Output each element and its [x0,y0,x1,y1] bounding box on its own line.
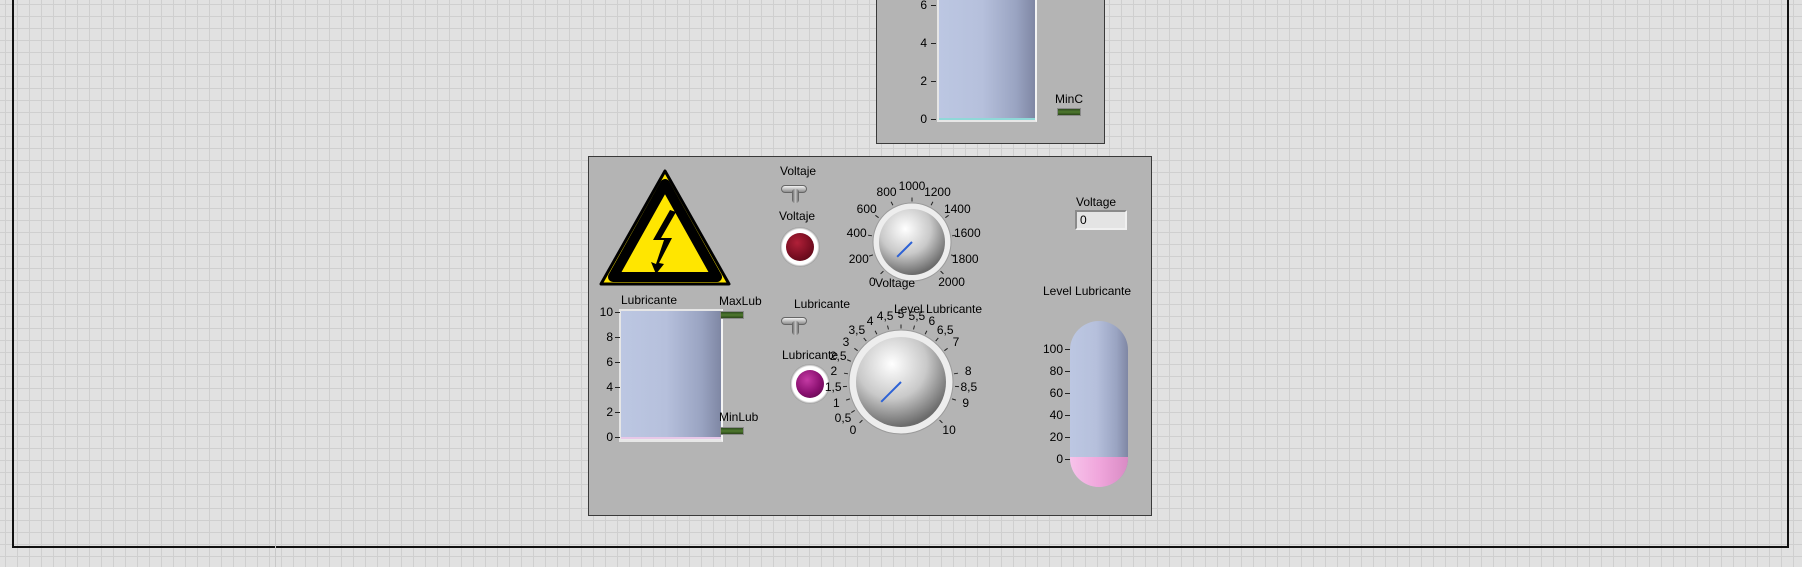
level-thermo-tick-label: 20 [1049,430,1063,444]
main-control-panel: Voltaje Voltaje 0 200 400 600 800 1000 1200 140… [588,156,1152,516]
lubricante-tank-tick-label: 8 [606,330,613,344]
voltage-knob-tick-label: 1000 [898,179,926,193]
level-thermo-label: Level Lubricante [1043,284,1132,298]
level-thermo-tick-label: 60 [1049,386,1063,400]
level-knob-tick-label: 7 [952,335,960,350]
voltage-knob-tick-label: 800 [876,185,897,200]
level-knob-tick-label: 0,5 [834,410,852,425]
max-lub-led[interactable] [720,311,744,319]
level-thermo-tick [1065,437,1070,438]
level-knob-tick-label: 2,5 [829,348,847,363]
lubricante-switch-label: Lubricante [794,297,851,311]
lubricante-switch[interactable] [781,311,807,335]
lubricante-tank-tick [615,412,620,413]
lubricante-tank-tick [615,437,620,438]
lubricante-led[interactable] [796,370,824,398]
top-tank-tick [931,43,936,44]
level-knob-tick [843,372,848,375]
voltaje-switch-label: Voltaje [780,164,817,178]
lubricante-tank-tick-label: 2 [606,405,613,419]
level-thermo-tick-label: 0 [1056,452,1063,466]
level-thermo-tick [1065,371,1070,372]
voltage-knob-tick [867,234,872,237]
level-knob-tick [954,385,959,388]
level-knob-tick-label: 3 [842,335,850,350]
level-knob-tick-label: 5 [897,307,905,321]
level-thermo-tick [1065,393,1070,394]
voltage-knob-tick-label: 1200 [924,185,951,200]
lubricante-tank-tick-label: 6 [606,355,613,369]
grid-divider [275,0,276,567]
level-knob-tick-label: 3,5 [848,323,866,338]
min-lub-led[interactable] [720,427,744,435]
voltage-knob-tick-label: 1400 [943,202,971,217]
voltage-knob-tick-label: 400 [846,226,867,241]
lubricante-tank-tick [615,312,620,313]
voltage-knob-tick-label: 1600 [953,226,981,241]
top-tank-tick [931,5,936,6]
voltaje-led-label: Voltaje [779,209,816,223]
level-knob-tick-label: 8,5 [960,380,978,395]
max-lub-label: MaxLub [719,294,762,308]
voltage-knob-tick [911,197,913,201]
lubricante-tank[interactable] [621,311,721,438]
level-knob-tick-label: 2 [830,364,838,379]
high-voltage-warning-icon [599,169,731,286]
top-tank-tick-label: 2 [920,74,927,88]
min-c-label: MinC [1055,92,1084,106]
level-thermo-tick [1065,415,1070,416]
top-tank-tick [931,81,936,82]
level-knob-tick [900,324,902,328]
min-lub-label: MinLub [719,410,759,424]
level-knob-tick-label: 9 [962,396,969,410]
level-knob-tick-label: 6 [928,314,936,329]
top-tank-tick-label: 4 [920,36,927,50]
level-thermometer-fill [1070,457,1128,487]
level-knob-tick [843,385,848,388]
voltage-knob-label: Voltage [875,276,916,290]
top-tank-tick [931,119,936,120]
voltage-knob-tick-label: 200 [848,252,869,267]
level-knob-tick-label: 10 [942,423,956,438]
min-c-led[interactable] [1057,108,1081,116]
voltage-knob-tick-label: 600 [856,202,877,217]
level-knob-tick-label: 4 [866,314,874,329]
switch-lever [792,321,799,335]
level-thermo-tick [1065,459,1070,460]
lubricante-tank-tick [615,337,620,338]
lubricante-tank-tick-label: 10 [599,305,613,319]
top-tank-panel: 6 4 2 0 MinC [876,0,1105,144]
voltaje-switch[interactable] [781,179,807,203]
level-knob-tick-label: 0 [849,423,857,438]
level-thermo-tick-label: 40 [1049,408,1063,422]
level-knob-tick-label: 1 [832,396,840,410]
top-tank[interactable] [939,0,1035,119]
level-knob-tick-label: 8 [964,364,972,379]
level-knob-tick-label: 4,5 [876,308,894,323]
level-thermo-tick [1065,349,1070,350]
level-knob-tick-label: 6,5 [936,323,954,338]
level-knob-tick-label: 1,5 [824,380,842,395]
level-knob-label: Level Lubricante [894,302,983,316]
voltage-knob-tick-label: 2000 [938,274,965,289]
lubricante-tank-label: Lubricante [621,293,678,307]
switch-lever [792,189,799,203]
level-thermometer[interactable] [1070,321,1128,487]
lubricante-tank-bottom [621,437,721,439]
top-tank-tick-label: 6 [920,0,927,12]
top-tank-tick-label: 0 [920,112,927,126]
top-tank-bottom [939,118,1035,120]
lubricante-tank-tick [615,362,620,363]
voltage-numeric-field[interactable]: 0 [1075,210,1127,230]
level-knob-tick-label: 5,5 [908,308,926,323]
level-thermo-tick-label: 80 [1049,364,1063,378]
voltage-knob-tick-label: 1800 [951,252,979,267]
lubricante-tank-tick-label: 0 [606,430,613,444]
lubricante-tank-tick [615,387,620,388]
voltaje-led[interactable] [786,233,814,261]
level-thermo-tick-label: 100 [1042,342,1063,356]
voltage-numeric-label: Voltage [1076,195,1117,209]
lubricante-tank-tick-label: 4 [606,380,613,394]
